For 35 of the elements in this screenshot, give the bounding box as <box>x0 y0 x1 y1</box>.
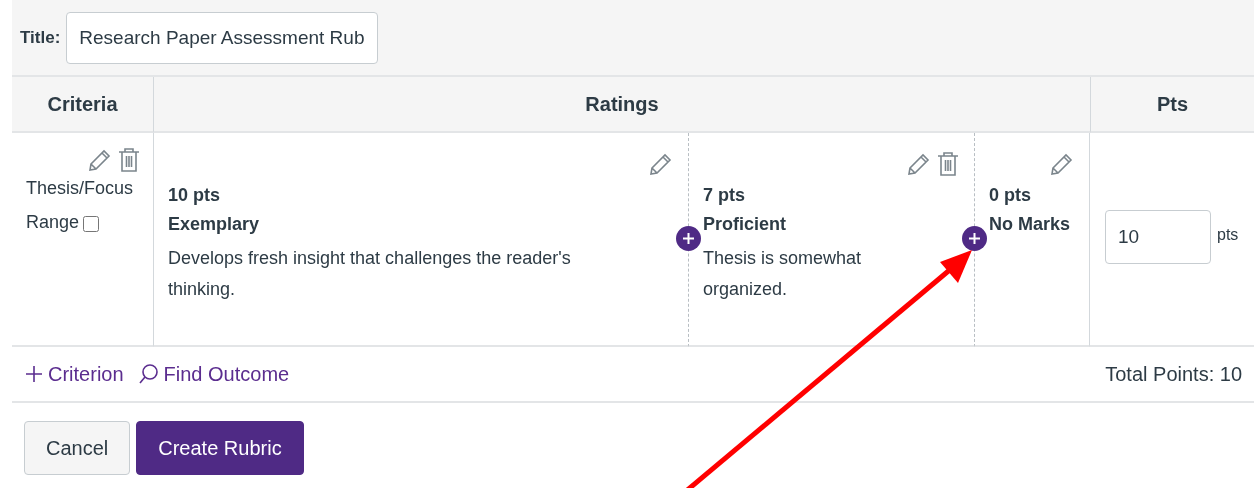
create-button[interactable]: Create Rubric <box>136 421 304 475</box>
title-input[interactable]: Research Paper Assessment Rubı <box>66 11 379 64</box>
range-label: Range <box>26 211 80 234</box>
rating-name: No Marks <box>989 213 1072 236</box>
column-header: Criteria <box>12 77 153 133</box>
pencil-icon[interactable] <box>87 147 113 173</box>
pencil-icon[interactable] <box>906 151 932 177</box>
rating-points: 7 pts <box>703 184 746 207</box>
add-rating-button[interactable] <box>676 226 701 251</box>
rating-points: 10 pts <box>168 184 222 207</box>
points-unit: pts <box>1217 226 1239 244</box>
trash-icon[interactable] <box>936 151 960 177</box>
plus-icon <box>968 232 981 245</box>
plus-icon <box>24 364 44 384</box>
add-rating-button[interactable] <box>962 226 987 251</box>
rating-description: Thesis is somewhat organized. <box>703 247 863 301</box>
points-input[interactable]: 10 <box>1105 210 1211 264</box>
cancel-button[interactable]: Cancel <box>24 421 131 475</box>
rating-name: Proficient <box>703 213 787 236</box>
rating-description: Develops fresh insight that challenges the reader's thinking. <box>168 247 572 301</box>
search-icon <box>137 363 160 385</box>
title-label: Title: <box>20 27 61 48</box>
criterion-name: Thesis/Focus <box>26 177 134 200</box>
trash-icon[interactable] <box>117 147 141 173</box>
rating-name: Exemplary <box>168 213 261 236</box>
total-points: Total Points: 10 <box>1105 362 1242 386</box>
column-header: Pts <box>1090 77 1254 133</box>
rating-points: 0 pts <box>989 184 1032 207</box>
column-header: Ratings <box>153 77 1090 133</box>
plus-icon <box>682 232 695 245</box>
pencil-icon[interactable] <box>648 151 674 177</box>
find-outcome-link[interactable]: Find Outcome <box>137 362 290 386</box>
add-criterion-link[interactable]: Criterion <box>24 362 124 386</box>
pencil-icon[interactable] <box>1049 151 1075 177</box>
range-checkbox[interactable] <box>83 216 100 232</box>
